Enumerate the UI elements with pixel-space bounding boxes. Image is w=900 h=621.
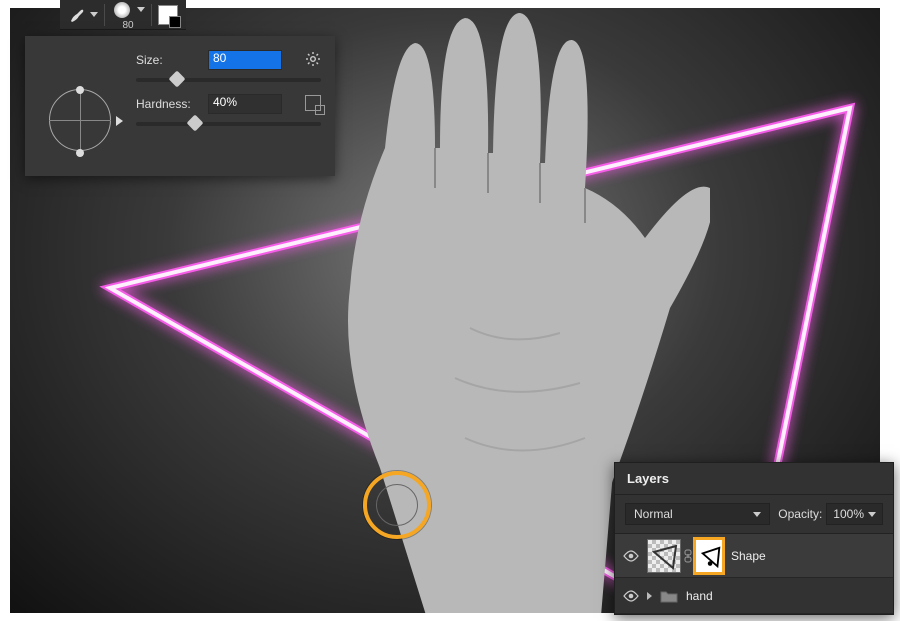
opacity-value: 100% <box>833 507 864 521</box>
brush-angle-widget[interactable] <box>47 86 117 156</box>
visibility-toggle[interactable] <box>623 548 639 564</box>
brush-options-bar: 80 <box>60 0 186 30</box>
brush-cursor-highlight <box>363 471 431 539</box>
brush-size-input[interactable]: 80 <box>208 50 282 70</box>
brush-tool-icon[interactable] <box>68 6 86 24</box>
visibility-toggle[interactable] <box>623 588 639 604</box>
layer-row-hand[interactable]: hand <box>615 578 893 614</box>
layer-name[interactable]: Shape <box>731 549 766 563</box>
brush-preview-icon <box>111 0 133 21</box>
layer-row-shape[interactable]: Shape <box>615 534 893 578</box>
divider <box>151 4 152 26</box>
brush-cursor-inner <box>376 484 418 526</box>
chevron-down-icon <box>868 512 876 517</box>
blend-mode-value: Normal <box>634 507 673 521</box>
brush-preset-picker[interactable]: 80 <box>111 0 145 31</box>
brush-size-tag: 80 <box>122 20 133 31</box>
create-preset-icon[interactable] <box>305 95 321 114</box>
brush-settings-panel: Size: 80 Hardness: 40% <box>25 36 335 176</box>
chevron-down-icon <box>753 512 761 517</box>
brush-hardness-input[interactable]: 40% <box>208 94 282 114</box>
brush-tool-dropdown[interactable] <box>90 12 98 17</box>
folder-icon <box>660 589 678 603</box>
layer-mask-thumbnail[interactable] <box>695 539 723 573</box>
foreground-background-swatch[interactable] <box>158 5 178 25</box>
brush-size-slider[interactable] <box>136 78 321 82</box>
brush-size-dropdown[interactable] <box>137 7 145 12</box>
disclosure-triangle[interactable] <box>647 592 652 600</box>
link-icon <box>683 549 693 563</box>
layer-thumbnail[interactable] <box>647 539 681 573</box>
opacity-label: Opacity: <box>778 507 822 521</box>
layers-panel: Layers Normal Opacity: 100% <box>614 462 894 615</box>
opacity-input[interactable]: 100% <box>826 503 883 525</box>
layer-name[interactable]: hand <box>686 589 713 603</box>
brush-size-label: Size: <box>136 53 198 67</box>
brush-hardness-label: Hardness: <box>136 97 198 111</box>
brush-hardness-slider[interactable] <box>136 122 321 126</box>
blend-mode-select[interactable]: Normal <box>625 503 770 525</box>
layers-panel-title: Layers <box>615 463 893 495</box>
divider <box>104 4 105 26</box>
gear-icon[interactable] <box>305 51 321 70</box>
